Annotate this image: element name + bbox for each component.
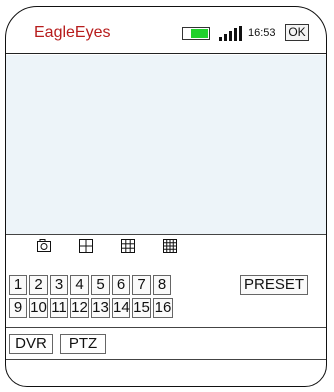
channel-button-3[interactable]: 3 bbox=[50, 275, 68, 295]
channel-button-2[interactable]: 2 bbox=[29, 275, 48, 295]
channel-button-15[interactable]: 15 bbox=[132, 298, 151, 318]
divider bbox=[6, 327, 326, 328]
channel-button-14[interactable]: 14 bbox=[112, 298, 130, 318]
channel-button-11[interactable]: 11 bbox=[50, 298, 68, 318]
divider bbox=[6, 359, 326, 360]
ok-button[interactable]: OK bbox=[285, 24, 309, 41]
preset-button[interactable]: PRESET bbox=[240, 275, 308, 295]
quad-view-icon[interactable] bbox=[78, 238, 94, 254]
channel-button-10[interactable]: 10 bbox=[29, 298, 48, 318]
snapshot-icon[interactable] bbox=[36, 238, 52, 254]
app-title: EagleEyes bbox=[34, 24, 111, 41]
channel-button-12[interactable]: 12 bbox=[70, 298, 89, 318]
channel-button-8[interactable]: 8 bbox=[153, 275, 171, 295]
channel-button-16[interactable]: 16 bbox=[153, 298, 173, 318]
nine-view-icon[interactable] bbox=[120, 238, 136, 254]
battery-icon bbox=[182, 27, 210, 40]
sixteen-view-icon[interactable] bbox=[162, 238, 178, 254]
battery-level bbox=[191, 29, 208, 38]
tab-ptz[interactable]: PTZ bbox=[60, 334, 106, 354]
channel-button-6[interactable]: 6 bbox=[112, 275, 130, 295]
channel-button-9[interactable]: 9 bbox=[9, 298, 27, 318]
channel-button-7[interactable]: 7 bbox=[132, 275, 151, 295]
signal-strength-icon bbox=[219, 26, 245, 41]
tab-dvr[interactable]: DVR bbox=[9, 334, 53, 354]
channel-button-13[interactable]: 13 bbox=[91, 298, 110, 318]
title-bar: EagleEyes 16:53 OK bbox=[6, 7, 326, 54]
phone-frame: EagleEyes 16:53 OK 1 2 3 4 5 6 7 8 9 10 11 12 13 14 15… bbox=[5, 6, 327, 387]
video-view[interactable] bbox=[6, 55, 326, 235]
channel-button-5[interactable]: 5 bbox=[91, 275, 110, 295]
status-time: 16:53 bbox=[248, 27, 276, 39]
channel-button-1[interactable]: 1 bbox=[9, 275, 27, 295]
channel-button-4[interactable]: 4 bbox=[70, 275, 89, 295]
